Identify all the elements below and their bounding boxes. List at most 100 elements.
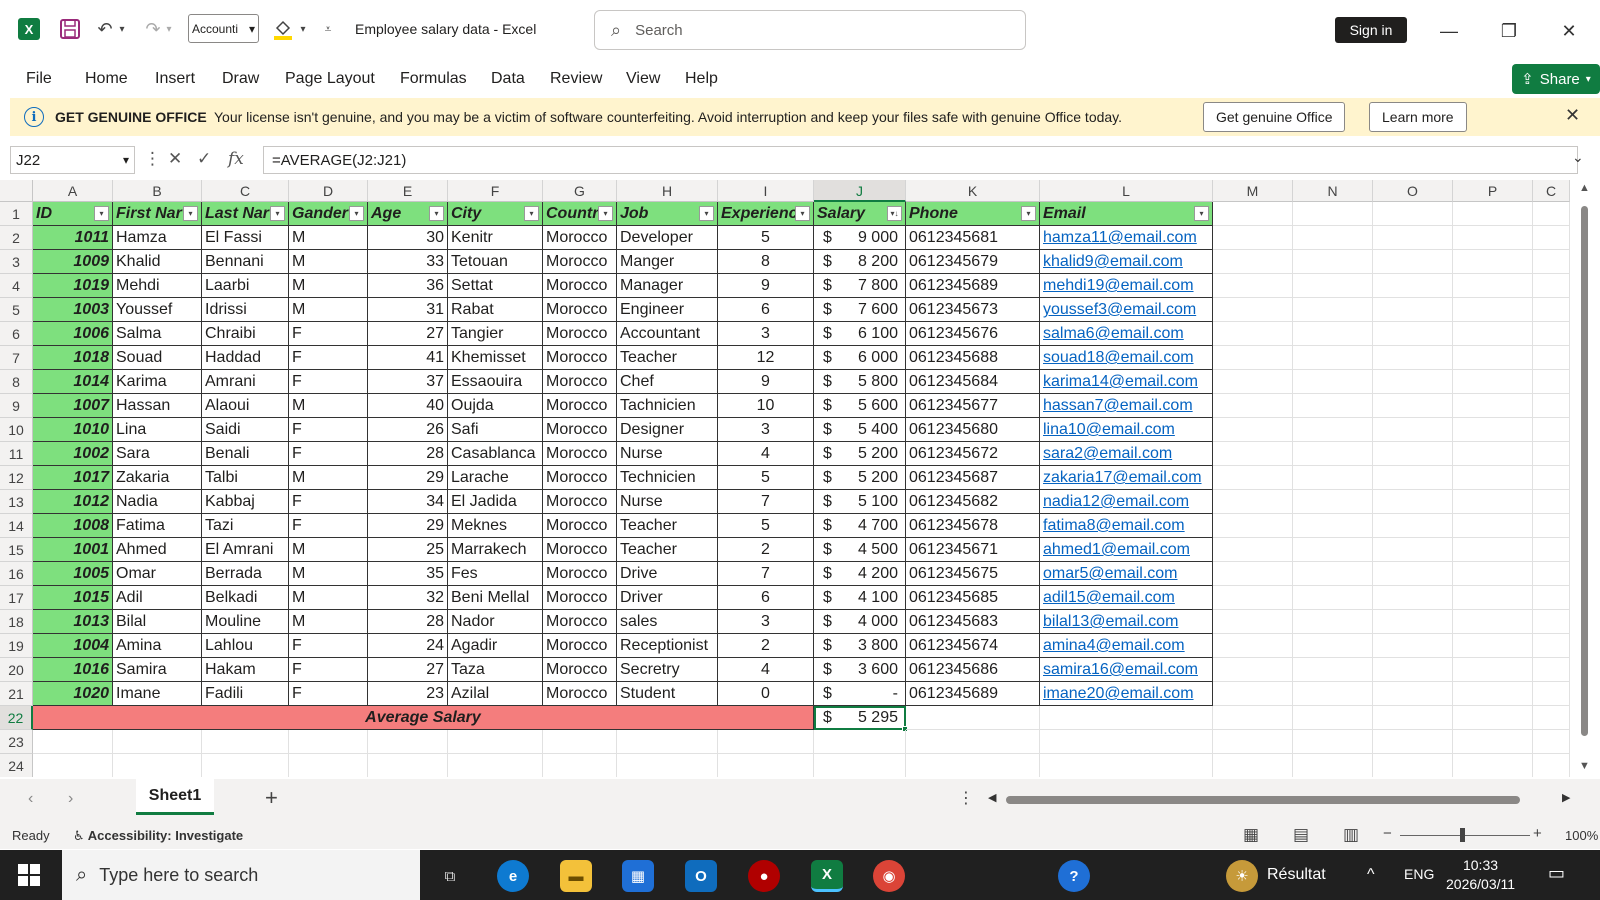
experience-cell[interactable]: 10 — [718, 394, 814, 418]
email-cell[interactable]: sara2@email.com — [1040, 442, 1213, 466]
first-name-cell[interactable]: Bilal — [113, 610, 202, 634]
id-cell[interactable]: 1002 — [33, 442, 113, 466]
row-header[interactable]: 8 — [0, 370, 33, 394]
city-cell[interactable]: Essaouira — [448, 370, 543, 394]
id-cell[interactable]: 1004 — [33, 634, 113, 658]
empty-cell[interactable] — [448, 730, 543, 754]
empty-cell[interactable] — [1533, 586, 1570, 610]
empty-cell[interactable] — [1373, 226, 1453, 250]
empty-cell[interactable] — [1373, 634, 1453, 658]
experience-cell[interactable]: 3 — [718, 610, 814, 634]
city-cell[interactable]: Agadir — [448, 634, 543, 658]
add-sheet-icon[interactable]: + — [265, 785, 278, 811]
empty-cell[interactable] — [1213, 730, 1293, 754]
empty-cell[interactable] — [1453, 562, 1533, 586]
salary-cell[interactable]: $7 600 — [814, 298, 906, 322]
close-icon[interactable]: ✕ — [1565, 105, 1580, 126]
experience-cell[interactable]: 2 — [718, 538, 814, 562]
header-cell-id[interactable]: ID ▾ — [33, 202, 113, 226]
tab-file[interactable]: File — [26, 70, 52, 88]
more-options-icon[interactable]: ⋮ — [144, 149, 161, 169]
row-header[interactable]: 1 — [0, 202, 33, 226]
job-cell[interactable]: Engineer — [617, 298, 718, 322]
country-cell[interactable]: Morocco — [543, 538, 617, 562]
redo-dropdown-icon[interactable]: ▾ — [162, 14, 176, 44]
empty-cell[interactable] — [1213, 394, 1293, 418]
salary-cell[interactable]: $6 000 — [814, 346, 906, 370]
empty-cell[interactable] — [1293, 658, 1373, 682]
column-header[interactable]: E — [368, 180, 448, 202]
filter-dropdown-icon[interactable]: ▾ — [699, 206, 714, 221]
empty-cell[interactable] — [289, 754, 368, 777]
empty-cell[interactable] — [1533, 610, 1570, 634]
email-cell[interactable]: omar5@email.com — [1040, 562, 1213, 586]
salary-cell[interactable]: $4 700 — [814, 514, 906, 538]
empty-cell[interactable] — [1453, 442, 1533, 466]
age-cell[interactable]: 29 — [368, 514, 448, 538]
first-name-cell[interactable]: Hassan — [113, 394, 202, 418]
gender-cell[interactable]: M — [289, 394, 368, 418]
id-cell[interactable]: 1001 — [33, 538, 113, 562]
experience-cell[interactable]: 5 — [718, 514, 814, 538]
email-cell[interactable]: nadia12@email.com — [1040, 490, 1213, 514]
email-cell[interactable]: fatima8@email.com — [1040, 514, 1213, 538]
header-cell-experience[interactable]: Experienc ▾ — [718, 202, 814, 226]
enter-icon[interactable]: ✓ — [197, 149, 211, 169]
city-cell[interactable]: Casablanca — [448, 442, 543, 466]
header-cell-first-name[interactable]: First Nar ▾ — [113, 202, 202, 226]
scroll-right-icon[interactable]: ▶ — [1562, 791, 1570, 804]
empty-cell[interactable] — [1533, 658, 1570, 682]
row-header[interactable]: 4 — [0, 274, 33, 298]
job-cell[interactable]: Designer — [617, 418, 718, 442]
row-header[interactable]: 22 — [0, 706, 33, 730]
gender-cell[interactable]: F — [289, 634, 368, 658]
id-cell[interactable]: 1011 — [33, 226, 113, 250]
empty-cell[interactable] — [1453, 370, 1533, 394]
empty-cell[interactable] — [617, 730, 718, 754]
empty-cell[interactable] — [1293, 202, 1373, 226]
share-button[interactable]: ⇪ Share ▾ — [1512, 64, 1600, 94]
gender-cell[interactable]: M — [289, 274, 368, 298]
empty-cell[interactable] — [718, 730, 814, 754]
email-cell[interactable]: amina4@email.com — [1040, 634, 1213, 658]
empty-cell[interactable] — [1373, 586, 1453, 610]
empty-cell[interactable] — [1373, 490, 1453, 514]
email-cell[interactable]: hamza11@email.com — [1040, 226, 1213, 250]
gender-cell[interactable]: F — [289, 682, 368, 706]
job-cell[interactable]: Technicien — [617, 466, 718, 490]
last-name-cell[interactable]: Mouline — [202, 610, 289, 634]
phone-cell[interactable]: 0612345673 — [906, 298, 1040, 322]
empty-cell[interactable] — [1293, 442, 1373, 466]
salary-cell[interactable]: $ - — [814, 682, 906, 706]
salary-cell[interactable]: $7 800 — [814, 274, 906, 298]
salary-cell[interactable]: $5 100 — [814, 490, 906, 514]
column-header[interactable]: O — [1373, 180, 1453, 202]
empty-cell[interactable] — [1373, 466, 1453, 490]
chrome-icon[interactable]: ◉ — [873, 860, 905, 892]
country-cell[interactable]: Morocco — [543, 514, 617, 538]
salary-cell[interactable]: $5 800 — [814, 370, 906, 394]
job-cell[interactable]: Receptionist — [617, 634, 718, 658]
gender-cell[interactable]: F — [289, 514, 368, 538]
gender-cell[interactable]: M — [289, 610, 368, 634]
filter-dropdown-icon[interactable]: ▾ — [429, 206, 444, 221]
empty-cell[interactable] — [1453, 754, 1533, 777]
header-cell-age[interactable]: Age ▾ — [368, 202, 448, 226]
empty-cell[interactable] — [1373, 682, 1453, 706]
empty-cell[interactable] — [1213, 610, 1293, 634]
page-break-view-icon[interactable]: ▥ — [1343, 825, 1359, 845]
email-cell[interactable]: zakaria17@email.com — [1040, 466, 1213, 490]
empty-cell[interactable] — [1453, 586, 1533, 610]
salary-cell[interactable]: $4 000 — [814, 610, 906, 634]
experience-cell[interactable]: 7 — [718, 490, 814, 514]
sort-filter-icon[interactable]: ▾↓ — [887, 206, 902, 221]
row-header[interactable]: 23 — [0, 730, 33, 754]
empty-cell[interactable] — [1453, 730, 1533, 754]
tab-insert[interactable]: Insert — [155, 70, 195, 88]
last-name-cell[interactable]: Benali — [202, 442, 289, 466]
accessibility-status[interactable]: ♿︎ Accessibility: Investigate — [73, 828, 243, 844]
email-cell[interactable]: bilal13@email.com — [1040, 610, 1213, 634]
last-name-cell[interactable]: Talbi — [202, 466, 289, 490]
empty-cell[interactable] — [1453, 610, 1533, 634]
id-cell[interactable]: 1014 — [33, 370, 113, 394]
